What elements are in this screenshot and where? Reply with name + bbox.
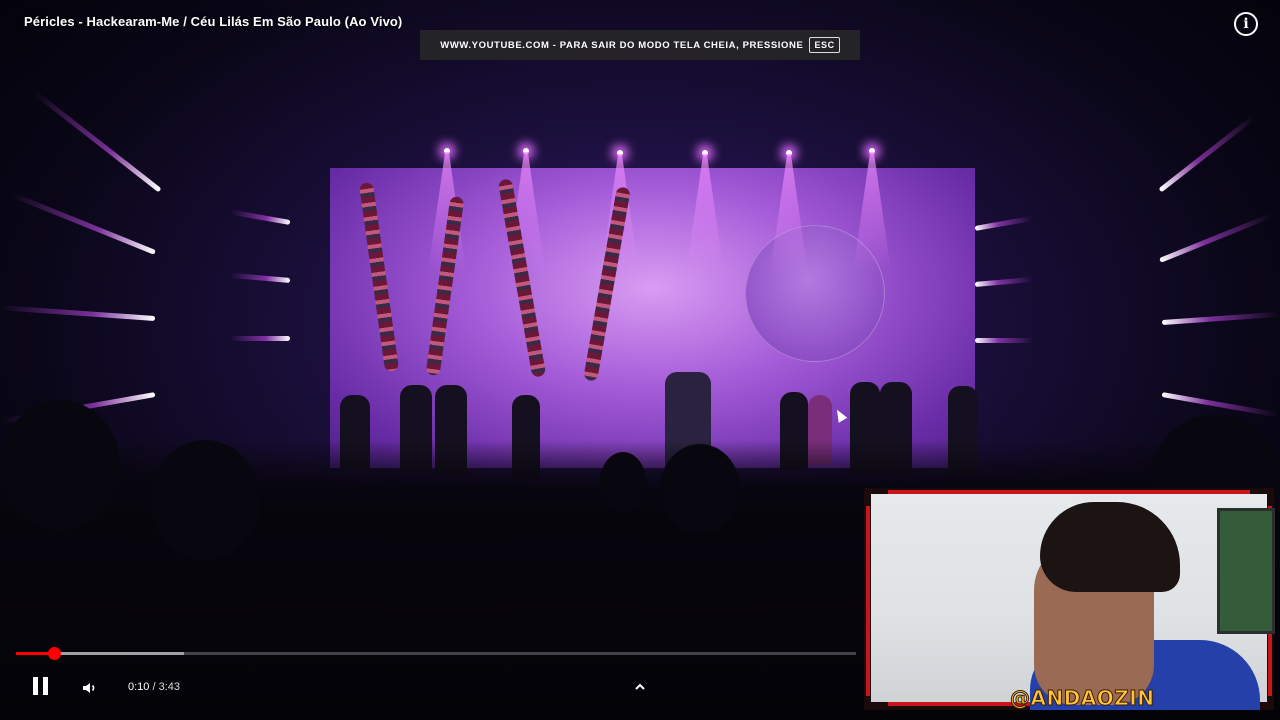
light-beam [974, 276, 1033, 287]
duration: 3:43 [158, 681, 181, 693]
light-beam [32, 90, 162, 193]
chevron-up-icon [635, 683, 645, 690]
audience-head [150, 440, 260, 560]
audience-head [600, 452, 646, 512]
current-time: 0:10 [128, 681, 150, 693]
audience-head [0, 400, 120, 530]
background-window [1217, 508, 1275, 634]
light-beam [1159, 213, 1273, 263]
webcam-border-left [866, 506, 870, 696]
light-beam [10, 192, 156, 255]
streamer-tag: @ANDAOZIN [1009, 686, 1155, 711]
info-icon[interactable]: i [1234, 12, 1258, 36]
light-beam [975, 338, 1033, 343]
time-display: 0:10 / 3:43 [128, 681, 180, 693]
pause-button[interactable] [30, 677, 50, 697]
light-beam [230, 336, 290, 341]
light-beam [1158, 114, 1257, 193]
fullscreen-notice-text: WWW.YOUTUBE.COM - PARA SAIR DO MODO TELA… [440, 39, 804, 51]
volume-button[interactable] [82, 680, 98, 696]
light-beam [230, 272, 291, 283]
light-beam [230, 209, 291, 225]
expand-button[interactable] [633, 680, 647, 694]
light-beam [1161, 392, 1279, 418]
light-beam [974, 215, 1033, 231]
light-beam [1161, 311, 1280, 325]
audience-head [660, 444, 740, 534]
video-title[interactable]: Péricles - Hackearam-Me / Céu Lilás Em S… [24, 14, 402, 29]
volume-icon [83, 683, 95, 693]
time-separator: / [149, 681, 159, 693]
pause-icon [42, 677, 48, 695]
light-beam [0, 305, 156, 321]
esc-key-badge: ESC [809, 37, 840, 53]
pause-icon [32, 677, 38, 695]
progress-scrubber[interactable] [47, 647, 61, 660]
webcam-border-top [888, 490, 1250, 494]
fullscreen-notice: WWW.YOUTUBE.COM - PARA SAIR DO MODO TELA… [420, 30, 860, 60]
